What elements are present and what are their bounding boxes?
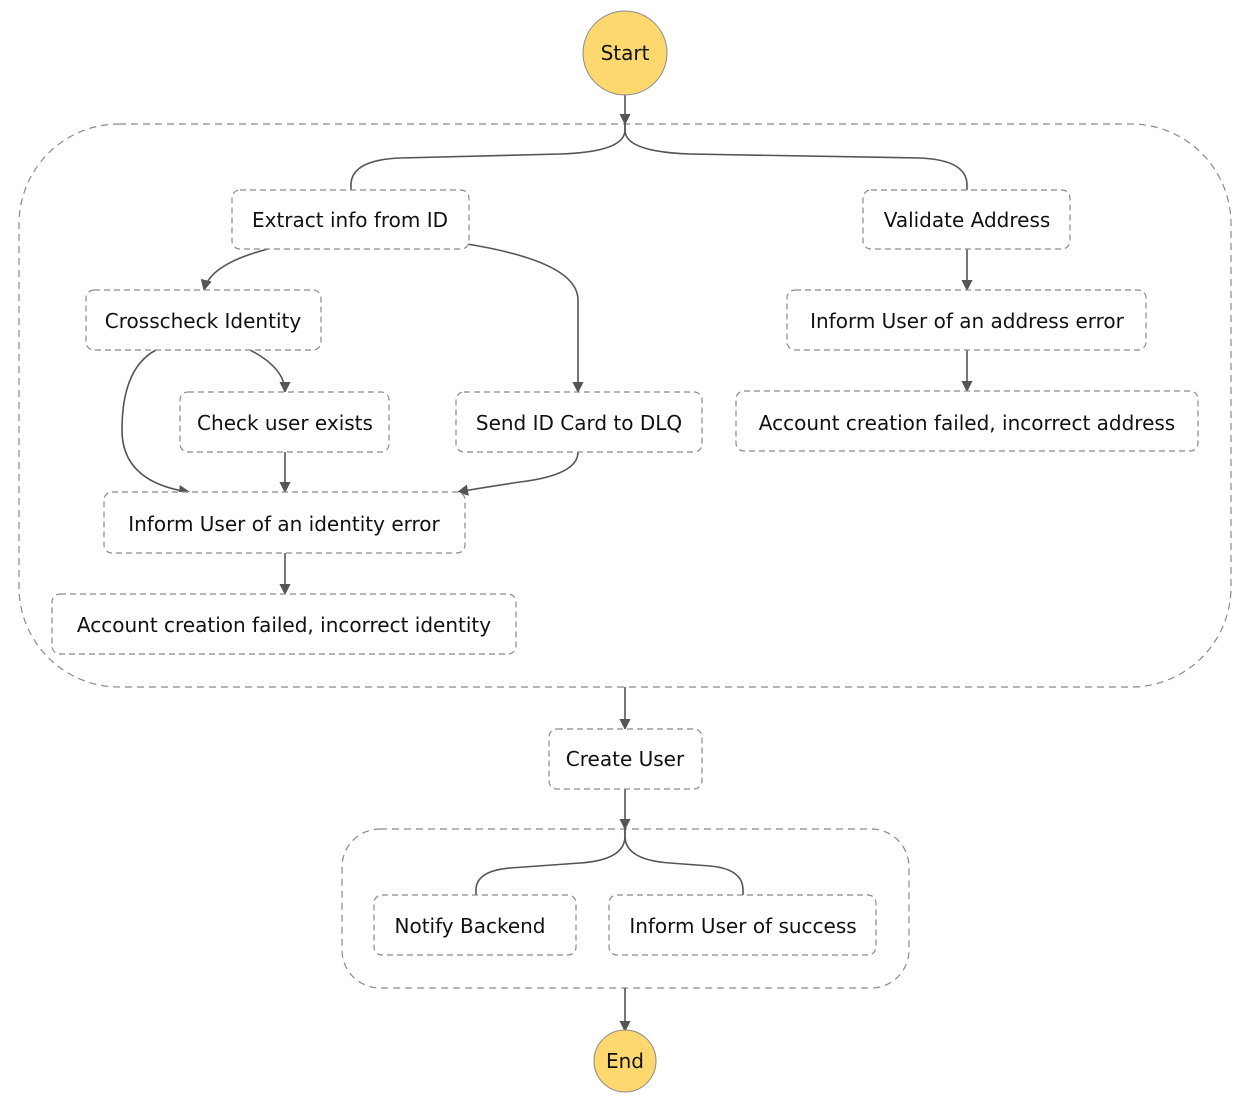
edge-fork-to-notify	[475, 829, 626, 895]
edge-crosscheck-to-iderror	[121, 349, 191, 497]
edge-fork-to-validate	[624, 124, 968, 190]
state-extract-info[interactable]: Extract info from ID	[231, 189, 470, 250]
end-label: End	[606, 1049, 644, 1073]
state-label: Send ID Card to DLQ	[476, 411, 682, 435]
edge-dlq-to-iderror	[456, 451, 579, 496]
state-inform-user-success[interactable]: Inform User of success	[608, 894, 877, 956]
state-label: Crosscheck Identity	[105, 309, 302, 333]
state-label: Account creation failed, incorrect ident…	[77, 613, 491, 637]
state-notify-backend[interactable]: Notify Backend	[373, 894, 577, 956]
edge-extract-to-crosscheck	[200, 248, 269, 292]
state-label: Notify Backend	[395, 914, 546, 938]
edge-crosscheck-to-checkuser	[249, 349, 291, 394]
edge-extract-to-dlq	[466, 243, 584, 394]
state-label: Inform User of an identity error	[128, 512, 440, 536]
state-check-user-exists[interactable]: Check user exists	[179, 391, 390, 453]
state-inform-identity-error[interactable]: Inform User of an identity error	[103, 491, 466, 554]
edge-fork-to-extract	[350, 124, 626, 190]
state-crosscheck-identity[interactable]: Crosscheck Identity	[85, 289, 322, 351]
state-label: Check user exists	[197, 411, 373, 435]
state-label: Extract info from ID	[252, 208, 448, 232]
edge-fork-to-success	[624, 829, 744, 895]
state-failed-incorrect-identity[interactable]: Account creation failed, incorrect ident…	[51, 593, 517, 655]
state-failed-incorrect-address[interactable]: Account creation failed, incorrect addre…	[735, 390, 1199, 452]
state-inform-address-error[interactable]: Inform User of an address error	[786, 289, 1147, 351]
end-node[interactable]: End	[593, 1029, 657, 1093]
state-send-id-card-dlq[interactable]: Send ID Card to DLQ	[455, 391, 703, 453]
state-machine-diagram: Start End Extract info from ID Validate …	[18, 10, 1232, 1093]
state-label: Create User	[566, 747, 685, 771]
start-node[interactable]: Start	[582, 10, 668, 96]
state-create-user[interactable]: Create User	[548, 728, 703, 790]
start-label: Start	[601, 41, 650, 65]
state-label: Inform User of success	[629, 914, 856, 938]
state-label: Inform User of an address error	[810, 309, 1125, 333]
state-label: Validate Address	[884, 208, 1051, 232]
state-validate-address[interactable]: Validate Address	[862, 189, 1071, 250]
state-label: Account creation failed, incorrect addre…	[759, 411, 1175, 435]
